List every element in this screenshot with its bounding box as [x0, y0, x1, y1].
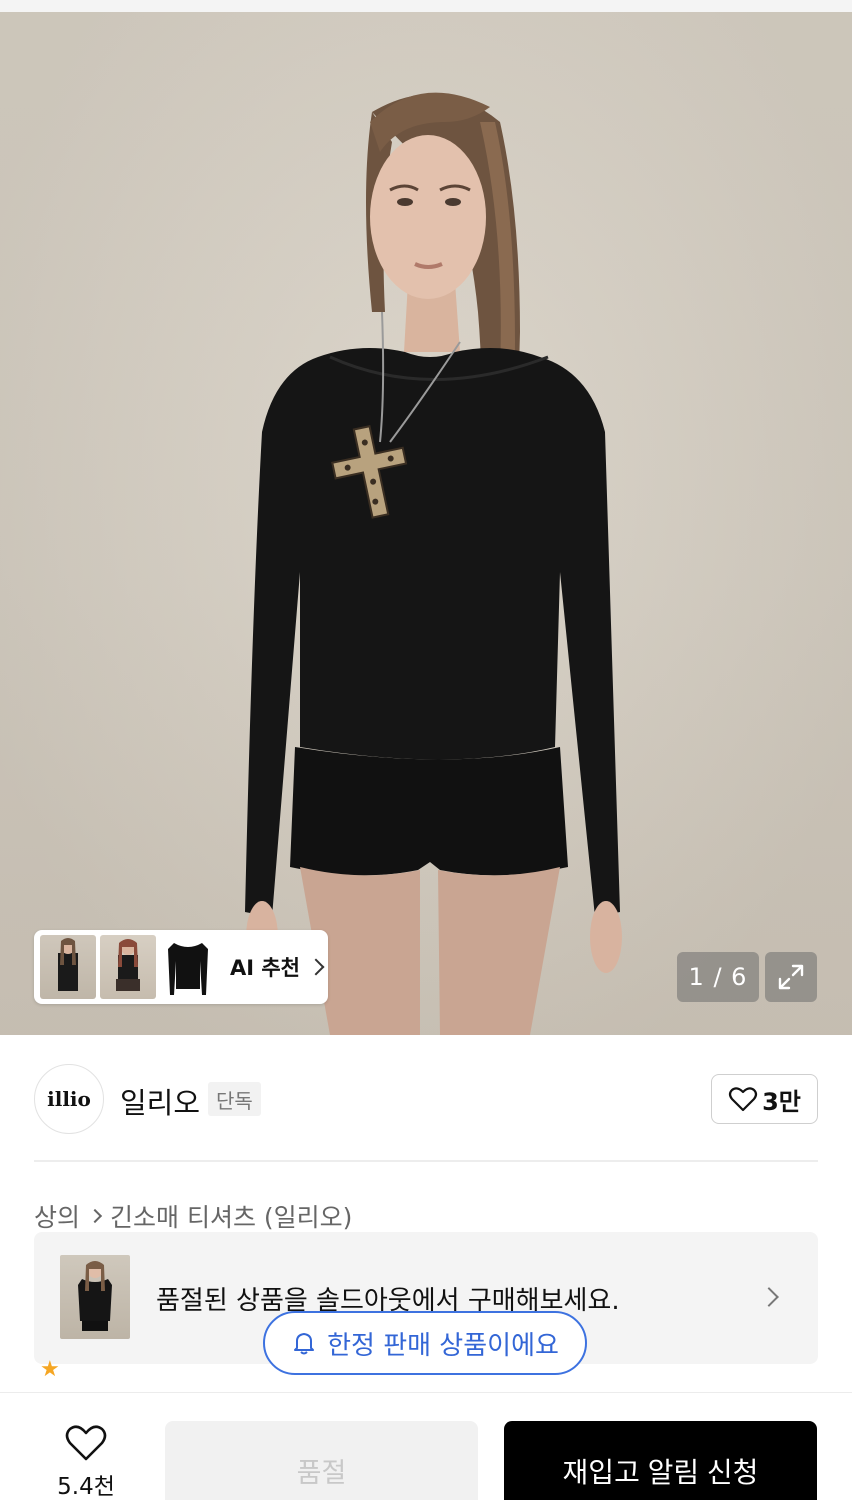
product-image[interactable]: AI 추천 1 / 6	[0, 12, 852, 1035]
restock-alert-button[interactable]: 재입고 알림 신청	[504, 1421, 817, 1500]
limited-sale-notice: 한정 판매 상품이에요	[263, 1311, 587, 1375]
model-figure	[245, 92, 622, 1035]
ai-recommend-label: AI 추천	[229, 956, 300, 980]
status-bar	[0, 0, 852, 12]
brand-name[interactable]: 일리오	[120, 1080, 200, 1122]
limited-sale-text: 한정 판매 상품이에요	[327, 1330, 559, 1361]
rating-strip: ★	[34, 1360, 294, 1376]
ai-thumbnail-3	[159, 935, 216, 999]
breadcrumb: 상의 긴소매 티셔츠 (일리오)	[34, 1198, 352, 1234]
wishlist-button[interactable]: 5.4천	[40, 1423, 132, 1500]
banner-product-thumbnail	[60, 1255, 130, 1339]
ai-recommendation-chip[interactable]: AI 추천	[34, 930, 328, 1004]
brand-logo[interactable]: illio	[34, 1064, 104, 1134]
brand-like-count: 3만	[762, 1087, 801, 1116]
expand-icon	[778, 964, 804, 990]
heart-icon	[729, 1087, 758, 1112]
ai-thumbnail-1	[40, 935, 96, 999]
exclusive-badge: 단독	[208, 1082, 261, 1116]
chevron-right-icon	[759, 1287, 779, 1307]
brand-row: illio 일리오 단독 3만	[34, 1064, 818, 1134]
wishlist-count: 5.4천	[57, 1474, 115, 1500]
breadcrumb-item-category[interactable]: 긴소매 티셔츠 (일리오)	[110, 1198, 352, 1234]
section-divider	[34, 1160, 818, 1162]
expand-button[interactable]	[765, 952, 817, 1002]
bell-icon	[294, 1333, 315, 1355]
bottom-action-bar: 5.4천 품절 재입고 알림 신청	[0, 1392, 852, 1500]
heart-icon	[65, 1425, 107, 1461]
chevron-right-icon	[87, 1208, 103, 1224]
chevron-right-icon	[307, 958, 325, 976]
image-counter: 1 / 6	[677, 952, 759, 1002]
soldout-button[interactable]: 품절	[165, 1421, 478, 1500]
brand-like-button[interactable]: 3만	[711, 1074, 818, 1124]
breadcrumb-item-top[interactable]: 상의	[34, 1198, 80, 1234]
star-icon: ★	[40, 1360, 60, 1376]
ai-thumbnail-2	[99, 935, 156, 999]
